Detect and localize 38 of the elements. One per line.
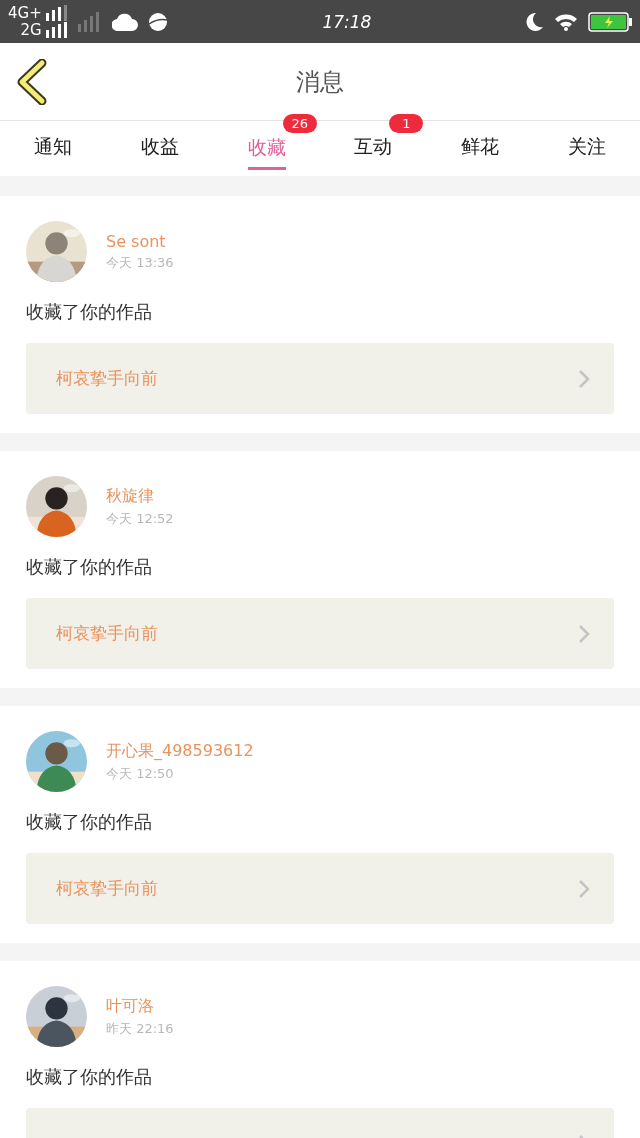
clock-time: 17:18 [321, 11, 373, 32]
message-time: 昨天 22:16 [106, 1019, 174, 1038]
back-icon[interactable] [16, 59, 48, 105]
user-name[interactable]: 秋旋律 [106, 485, 174, 507]
battery-icon [588, 11, 632, 32]
signal-icon [45, 5, 68, 21]
tab[interactable]: 关注 [567, 133, 606, 164]
tab[interactable]: 互动 [354, 133, 393, 164]
chevron-right-icon [578, 878, 590, 899]
signal-icon [45, 22, 68, 38]
message-time: 今天 13:36 [106, 253, 174, 272]
user-name[interactable]: 叶可洛 [106, 995, 174, 1017]
cloud-icon [111, 12, 138, 31]
tab[interactable]: 通知 [34, 133, 73, 164]
moon-icon [526, 11, 544, 32]
network-label: 2G [20, 21, 42, 39]
chevron-right-icon [578, 368, 590, 389]
tab[interactable]: 收益 [141, 133, 179, 164]
user-name[interactable]: Se sont [106, 231, 174, 251]
work-link[interactable]: 柯哀挚手向前 [26, 853, 614, 924]
message-text: 收藏了你的作品 [26, 300, 153, 324]
work-link[interactable]: 柯哀挚手向前 [26, 343, 614, 414]
message-time: 今天 12:50 [106, 764, 175, 783]
signal-icon [77, 11, 102, 32]
count-badge: 26 [282, 114, 317, 133]
message-text: 收藏了你的作品 [26, 1065, 153, 1089]
user-name[interactable]: 开心果_498593612 [106, 740, 254, 762]
count-badge: 1 [389, 114, 424, 133]
message-text: 收藏了你的作品 [26, 810, 153, 834]
page-title: 消息 [296, 66, 344, 98]
planet-icon [147, 11, 168, 32]
wifi-icon [554, 12, 578, 31]
chevron-right-icon [578, 623, 590, 644]
message-text: 收藏了你的作品 [26, 555, 153, 579]
tab[interactable]: 鲜花 [461, 133, 499, 164]
network-label: 4G+ [8, 4, 42, 22]
message-time: 今天 12:52 [106, 509, 174, 528]
work-link[interactable]: 柯哀挚手向前 [26, 598, 614, 669]
